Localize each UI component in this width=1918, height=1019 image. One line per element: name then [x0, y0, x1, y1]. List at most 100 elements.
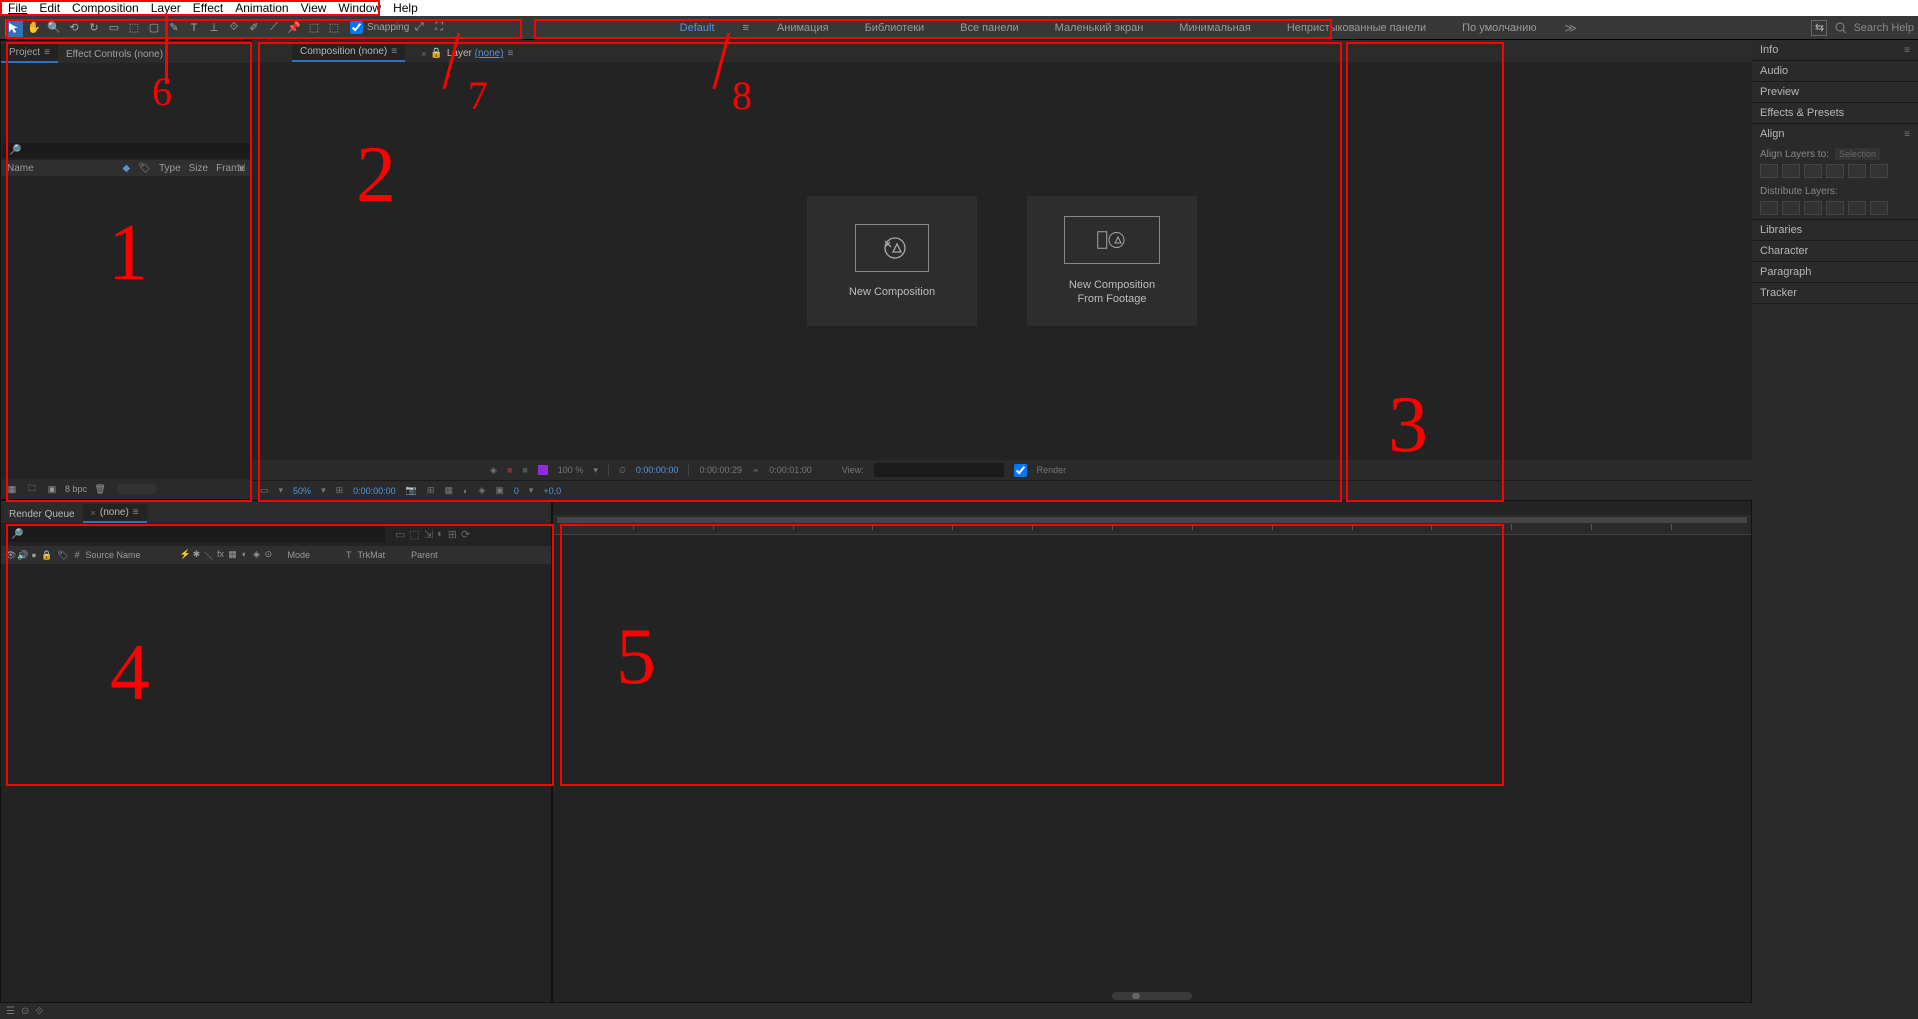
selection-tool-icon[interactable]	[5, 19, 23, 37]
timeline-search[interactable]: 🔎	[5, 527, 385, 542]
tab-timeline-none[interactable]: × (none) ≡	[83, 504, 147, 523]
dist-5-icon[interactable]	[1848, 201, 1866, 215]
flowchart-icon[interactable]: ⇲	[237, 163, 245, 174]
comp2-tc[interactable]: 0:00:00:00	[353, 486, 396, 496]
zoom-tool-icon[interactable]: 🔍	[45, 19, 63, 37]
panel-align[interactable]: Align≡	[1752, 124, 1918, 144]
comp-render-checkbox[interactable]	[1014, 464, 1027, 477]
col-source-name[interactable]: Source Name	[85, 550, 165, 560]
ftr2-mask-icon[interactable]: ▭	[260, 485, 269, 496]
tab-layer-close-icon[interactable]: ×	[421, 49, 426, 59]
interpret-footage-icon[interactable]: ▦	[5, 482, 19, 496]
panel-preview[interactable]: Preview	[1752, 82, 1918, 102]
search-help[interactable]: Search Help	[1835, 22, 1914, 34]
color-swatch-grey-icon[interactable]: ■	[522, 465, 527, 475]
workspace-default-ru[interactable]: По умолчанию	[1454, 22, 1544, 34]
comp-zoom-value[interactable]: 100 %	[558, 465, 584, 475]
ftr2-grid-icon[interactable]: ⊞	[427, 485, 435, 496]
col-mode[interactable]: Mode	[287, 550, 310, 560]
clone-stamp-icon[interactable]: ⟐	[225, 19, 243, 37]
pen-tool-icon[interactable]: ✎	[165, 19, 183, 37]
tab-layer[interactable]: × 🔒 Layer (none) ≡	[413, 45, 521, 62]
chevron-down-icon[interactable]: ▾	[321, 485, 326, 496]
align-vcenter-icon[interactable]	[1848, 164, 1866, 178]
workspace-undocked[interactable]: Непристыкованные панели	[1279, 22, 1434, 34]
align-right-icon[interactable]	[1804, 164, 1822, 178]
tab-timeline-menu-icon[interactable]: ≡	[133, 507, 139, 518]
col-name[interactable]: Name	[7, 163, 115, 174]
col-parent[interactable]: Parent	[411, 550, 438, 560]
ftr2-guides-icon[interactable]: ▦	[444, 485, 453, 496]
col-tag-icon[interactable]: 🏷	[138, 163, 151, 174]
snap-opt2-icon[interactable]: ⛶	[430, 19, 448, 37]
col-audio-icon[interactable]: 🔊	[17, 550, 27, 561]
workspace-small-screen[interactable]: Маленький экран	[1047, 22, 1152, 34]
dist-1-icon[interactable]	[1760, 201, 1778, 215]
comp-tc-dur[interactable]: 0:00:01:00	[769, 465, 812, 475]
menu-edit[interactable]: Edit	[33, 1, 66, 15]
timecode-icon[interactable]: ⏲	[619, 465, 626, 476]
align-hcenter-icon[interactable]	[1782, 164, 1800, 178]
menu-window[interactable]: Window	[332, 1, 387, 15]
tl-opt3-icon[interactable]: ⇲	[424, 528, 433, 541]
panel-character[interactable]: Character	[1752, 241, 1918, 261]
comp-tc-end[interactable]: 0:00:00:29	[699, 465, 742, 475]
align-bottom-icon[interactable]	[1870, 164, 1888, 178]
roto-brush-icon[interactable]: ⟋	[265, 19, 283, 37]
preview-channel-icon[interactable]: ◈	[490, 465, 497, 476]
tl-opt1-icon[interactable]: ▭	[395, 528, 405, 541]
menu-view[interactable]: View	[295, 1, 333, 15]
chevron-down-icon[interactable]: ▾	[279, 485, 284, 496]
rectangle-tool-icon[interactable]: ▢	[145, 19, 163, 37]
status-icon-3[interactable]: ⟐	[35, 1006, 43, 1017]
pan-behind-tool-icon[interactable]: ⬚	[125, 19, 143, 37]
color-swatch-red-icon[interactable]: ■	[507, 465, 512, 475]
tab-composition[interactable]: Composition (none) ≡	[292, 43, 405, 62]
workspace-all-panels[interactable]: Все панели	[952, 22, 1026, 34]
dist-3-icon[interactable]	[1804, 201, 1822, 215]
comp2-offset[interactable]: +0,0	[543, 486, 561, 496]
col-collapse-icon[interactable]: ⊙	[263, 549, 273, 562]
tl-opt5-icon[interactable]: ⊞	[448, 528, 457, 541]
align-to-dropdown[interactable]: Selection	[1835, 148, 1880, 160]
menu-composition[interactable]: Composition	[66, 1, 145, 15]
panel-paragraph[interactable]: Paragraph	[1752, 262, 1918, 282]
workspace-libraries[interactable]: Библиотеки	[857, 22, 933, 34]
col-size[interactable]: Size	[189, 163, 208, 174]
toolbar-extra-icon[interactable]: ⬚	[305, 19, 323, 37]
col-number[interactable]: #	[74, 550, 79, 560]
puppet-pin-icon[interactable]: 📌	[285, 19, 303, 37]
chevron-down-icon[interactable]: ▾	[593, 465, 598, 476]
tl-opt4-icon[interactable]: ◐	[437, 528, 444, 541]
comp2-zoom[interactable]: 50%	[293, 486, 311, 496]
col-3d-icon[interactable]: ◈	[251, 549, 261, 562]
color-swatch-purple-icon[interactable]	[538, 465, 548, 475]
panel-libraries[interactable]: Libraries	[1752, 220, 1918, 240]
new-comp-icon[interactable]: ▣	[45, 482, 59, 496]
bpc-indicator[interactable]: 8 bpc	[65, 484, 87, 494]
dist-6-icon[interactable]	[1870, 201, 1888, 215]
tab-render-queue[interactable]: Render Queue	[1, 506, 83, 523]
snapping-checkbox[interactable]	[350, 21, 363, 34]
comp2-val[interactable]: 0	[514, 486, 519, 496]
col-aa-icon[interactable]: ◐	[239, 549, 249, 562]
align-top-icon[interactable]	[1826, 164, 1844, 178]
status-icon-1[interactable]: ☰	[6, 1006, 15, 1017]
ftr2-cam-icon[interactable]: 📷	[406, 485, 417, 496]
type-tool-icon[interactable]: T	[185, 19, 203, 37]
col-t[interactable]: T	[346, 550, 352, 560]
orbit-camera-icon[interactable]: ⟲	[65, 19, 83, 37]
menu-help[interactable]: Help	[387, 1, 424, 15]
workspace-overflow-icon[interactable]: ≫	[1565, 21, 1578, 35]
hand-tool-icon[interactable]: ✋	[25, 19, 43, 37]
rotate-tool-icon[interactable]: ↻	[85, 19, 103, 37]
menu-file[interactable]: File	[2, 1, 33, 15]
tab-project[interactable]: Project ≡	[1, 44, 58, 63]
new-composition-button[interactable]: New Composition	[807, 196, 977, 326]
ftr2-roi-icon[interactable]: ▣	[495, 485, 504, 496]
col-type[interactable]: Type	[159, 163, 181, 174]
tab-timeline-close-icon[interactable]: ×	[91, 508, 96, 518]
tab-effect-controls[interactable]: Effect Controls (none)	[58, 46, 171, 63]
col-mb-icon[interactable]: ▦	[227, 549, 237, 562]
panel-info[interactable]: Info≡	[1752, 40, 1918, 60]
